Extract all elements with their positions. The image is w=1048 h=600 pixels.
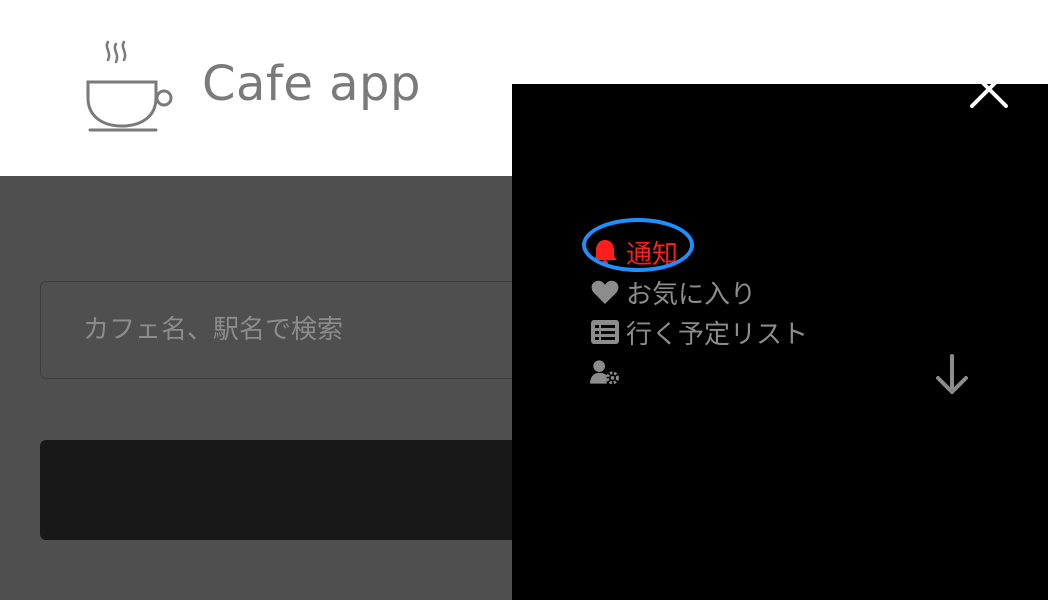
menu-item-user-settings[interactable] [590, 352, 808, 392]
bell-icon [590, 238, 620, 266]
side-drawer: 通知 お気に入り 行く予定リスト [512, 70, 1048, 600]
heart-icon [590, 278, 620, 306]
close-icon[interactable] [970, 70, 1008, 108]
user-settings-icon [590, 358, 620, 386]
arrow-down-icon[interactable] [934, 354, 970, 396]
coffee-cup-icon [86, 40, 173, 132]
menu-item-favorites[interactable]: お気に入り [590, 272, 808, 312]
app-title: Cafe app [202, 56, 421, 112]
menu-item-notifications[interactable]: 通知 [590, 232, 808, 272]
search-button[interactable]: 検 [40, 440, 560, 540]
list-icon [590, 318, 620, 346]
menu-item-plan-list[interactable]: 行く予定リスト [590, 312, 808, 352]
search-input[interactable] [40, 281, 560, 379]
menu-item-label: お気に入り [626, 279, 757, 310]
menu-item-label: 行く予定リスト [626, 319, 809, 350]
drawer-menu: 通知 お気に入り 行く予定リスト [582, 218, 808, 392]
menu-item-label: 通知 [626, 239, 679, 270]
